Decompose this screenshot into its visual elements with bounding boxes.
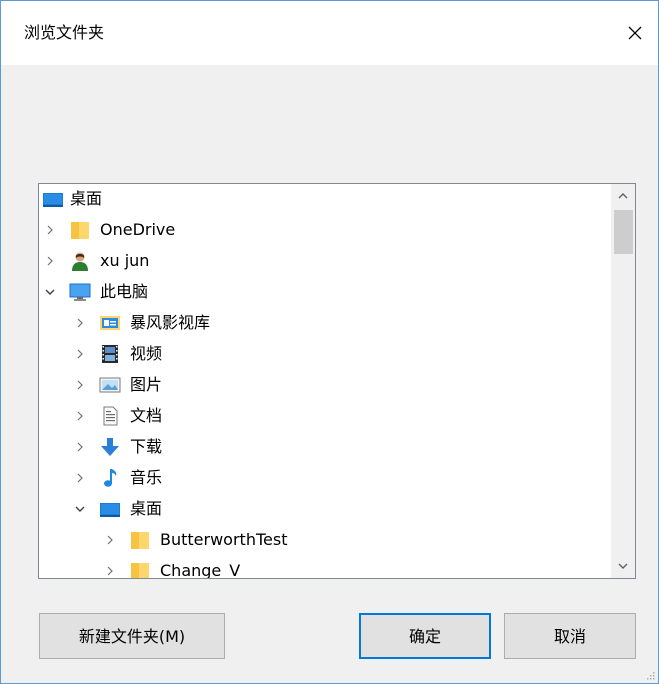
folder-tree[interactable]: 桌面 OneDrive xu jun 此电脑 暴风影视库 视频 图片 文档 下载…	[38, 183, 636, 579]
tree-item-label: 文档	[130, 406, 163, 425]
tree-item-label: 暴风影视库	[130, 313, 211, 332]
tree-item-documents[interactable]: 文档	[39, 401, 609, 431]
chevron-right-icon[interactable]	[73, 378, 87, 392]
chevron-right-icon[interactable]	[73, 471, 87, 485]
cancel-button[interactable]: 取消	[504, 613, 636, 659]
chevron-right-icon[interactable]	[103, 533, 117, 547]
chevron-right-icon[interactable]	[103, 564, 117, 578]
tree-item-label: OneDrive	[100, 220, 176, 239]
vertical-scrollbar[interactable]	[611, 184, 635, 578]
chevron-right-icon[interactable]	[73, 347, 87, 361]
tree-item-label: 视频	[130, 344, 163, 363]
folder-icon	[71, 222, 89, 239]
tree-item-desktop-root[interactable]: 桌面	[39, 184, 609, 214]
chevron-right-icon[interactable]	[73, 316, 87, 330]
scroll-thumb[interactable]	[614, 210, 633, 254]
browse-folder-dialog: 浏览文件夹 桌面 OneDrive xu jun 此电脑 暴风影视库 视频 图片…	[0, 0, 659, 684]
tree-item-label: 下载	[130, 437, 163, 456]
pictures-icon	[99, 377, 121, 393]
user-icon	[72, 252, 88, 271]
tree-item-label: ButterworthTest	[160, 530, 288, 549]
chevron-up-icon	[618, 193, 628, 199]
tree-item-this-pc[interactable]: 此电脑	[39, 277, 609, 307]
chevron-right-icon[interactable]	[73, 409, 87, 423]
tree-item-label: 图片	[130, 375, 163, 394]
tree-item-user[interactable]: xu jun	[39, 246, 609, 276]
chevron-right-icon[interactable]	[43, 254, 57, 268]
tree-item-music[interactable]: 音乐	[39, 463, 609, 493]
download-icon	[101, 438, 119, 456]
tree-item-pictures[interactable]: 图片	[39, 370, 609, 400]
tree-item-videos[interactable]: 视频	[39, 339, 609, 369]
tree-item-label: 音乐	[130, 468, 163, 487]
music-icon	[104, 469, 117, 487]
video-icon	[102, 345, 118, 363]
tree-item-onedrive[interactable]: OneDrive	[39, 215, 609, 245]
scroll-up-button[interactable]	[611, 184, 635, 208]
desktop-icon	[43, 193, 63, 207]
chevron-down-icon[interactable]	[73, 502, 87, 516]
computer-icon	[69, 283, 91, 301]
chevron-down-icon	[618, 563, 628, 569]
tree-item-label: 桌面	[130, 499, 163, 518]
documents-icon	[103, 406, 118, 426]
tree-item-downloads[interactable]: 下载	[39, 432, 609, 462]
new-folder-button[interactable]: 新建文件夹(M)	[39, 613, 225, 659]
desktop-icon	[100, 503, 120, 517]
tree-item-label: 此电脑	[100, 282, 149, 301]
tree-item-change-v[interactable]: Change_V	[39, 556, 609, 579]
tree-item-label: Change_V	[160, 561, 241, 579]
resize-grip-icon[interactable]	[645, 670, 655, 680]
folder-icon	[131, 563, 149, 578]
close-button[interactable]	[612, 11, 658, 55]
scroll-down-button[interactable]	[611, 554, 635, 578]
chevron-right-icon[interactable]	[43, 223, 57, 237]
chevron-down-icon[interactable]	[43, 285, 57, 299]
title-bar: 浏览文件夹	[1, 1, 658, 65]
ok-button[interactable]: 确定	[359, 613, 491, 659]
tree-item-media-library[interactable]: 暴风影视库	[39, 308, 609, 338]
tree-item-butterworthtest[interactable]: ButterworthTest	[39, 525, 609, 555]
chevron-right-icon[interactable]	[73, 440, 87, 454]
folder-icon	[131, 532, 149, 549]
media-library-icon	[100, 316, 120, 330]
dialog-title: 浏览文件夹	[24, 23, 105, 42]
tree-item-label: xu jun	[100, 251, 150, 270]
close-icon	[628, 26, 642, 40]
tree-item-label: 桌面	[70, 189, 103, 208]
tree-item-desktop[interactable]: 桌面	[39, 494, 609, 524]
